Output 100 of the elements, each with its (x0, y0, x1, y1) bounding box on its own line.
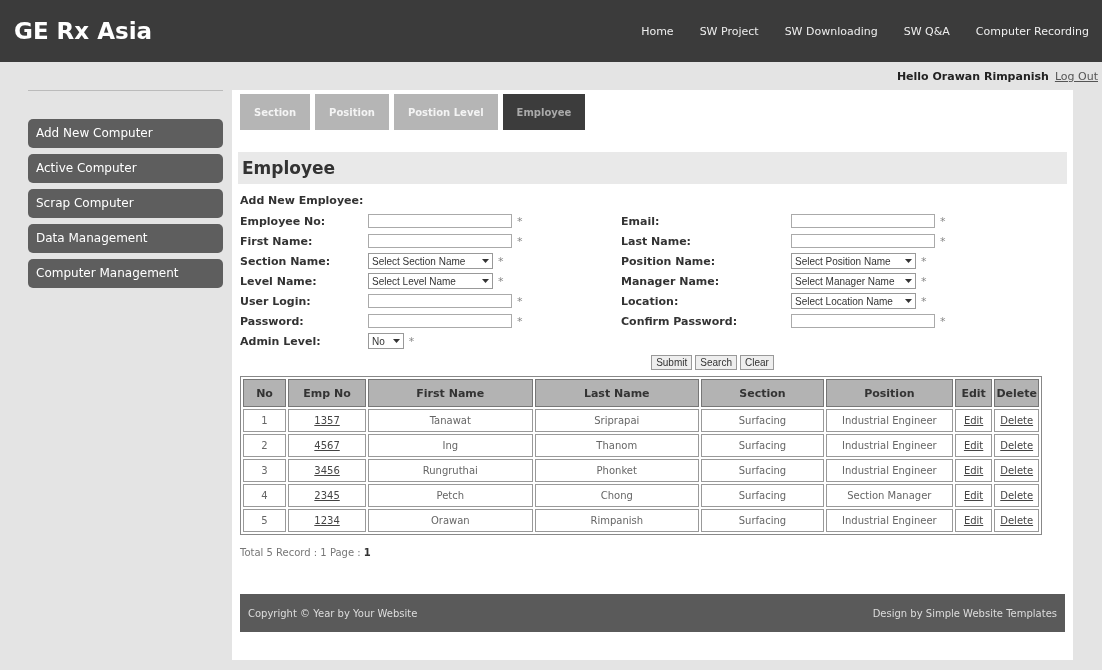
pagination-text: Total 5 Record : 1 Page : 1 (240, 547, 372, 558)
field-label: Manager Name: (621, 274, 721, 288)
sidebar-item[interactable]: Computer Management (28, 259, 223, 288)
table-cell: Surfacing (700, 484, 824, 507)
field-label: Confirm Password: (621, 314, 739, 328)
table-cell: Industrial Engineer (825, 459, 953, 482)
nav-link[interactable]: Home (628, 0, 687, 62)
table-cell: 3 (243, 459, 287, 482)
field-label: Last Name: (621, 234, 693, 248)
caret-icon (482, 279, 489, 283)
table-cell: Thanom (534, 434, 699, 457)
table-cell: 2 (243, 434, 287, 457)
caret-icon (482, 259, 489, 263)
required-mark: * (408, 334, 415, 348)
input-field[interactable] (368, 214, 512, 228)
required-mark: * (498, 254, 504, 268)
table-cell: Surfacing (700, 409, 824, 432)
greeting-text: Hello Orawan Rimpanish (896, 69, 1049, 83)
site-logo[interactable]: GE Rx Asia (14, 18, 153, 44)
column-header: Edit (954, 379, 993, 407)
required-mark: * (921, 254, 927, 268)
table-cell: Phonket (534, 459, 699, 482)
form-button[interactable]: Submit (651, 355, 693, 370)
tab[interactable]: Employee (502, 94, 586, 130)
column-header: No (243, 379, 287, 407)
dropdown[interactable]: Select Location Name (791, 293, 916, 309)
emp-no-link[interactable]: 4567 (314, 440, 340, 451)
field-label: User Login: (240, 294, 312, 308)
table-cell: Surfacing (700, 434, 824, 457)
field-label: First Name: (240, 234, 314, 248)
input-field[interactable] (368, 234, 512, 248)
emp-no-link[interactable]: 1234 (314, 515, 340, 526)
dropdown[interactable]: Select Manager Name (791, 273, 916, 289)
required-mark: * (498, 274, 504, 288)
column-header: Section (700, 379, 824, 407)
input-field[interactable] (368, 314, 512, 328)
logout-link[interactable]: Log Out (1054, 69, 1098, 83)
sidebar-item[interactable]: Add New Computer (28, 119, 223, 148)
required-mark: * (517, 294, 523, 308)
nav-link[interactable]: SW Q&A (890, 0, 963, 62)
required-mark: * (517, 214, 523, 228)
input-field[interactable] (791, 314, 935, 328)
nav-link[interactable]: Computer Recording (962, 0, 1102, 62)
column-header: Emp No (288, 379, 367, 407)
table-cell: Industrial Engineer (825, 409, 953, 432)
table-cell: Sriprapai (534, 409, 699, 432)
required-mark: * (921, 294, 927, 308)
input-field[interactable] (791, 234, 935, 248)
field-label: Employee No: (240, 214, 327, 228)
field-label: Section Name: (240, 254, 332, 268)
table-cell: 4 (243, 484, 287, 507)
table-cell: Chong (534, 484, 699, 507)
table-cell: Tanawat (368, 409, 533, 432)
table-cell: 5 (243, 509, 287, 532)
sidebar-item[interactable]: Scrap Computer (28, 189, 223, 218)
sidebar-item[interactable]: Active Computer (28, 154, 223, 183)
nav-link[interactable]: SW Downloading (771, 0, 891, 62)
field-label: Password: (240, 314, 305, 328)
field-label: Admin Level: (240, 334, 322, 348)
input-field[interactable] (368, 294, 512, 308)
form-button[interactable]: Clear (739, 355, 774, 370)
dropdown[interactable]: Select Level Name (368, 273, 493, 289)
required-mark: * (517, 314, 523, 328)
nav-link[interactable]: SW Project (686, 0, 772, 62)
table-cell: 1 (243, 409, 287, 432)
field-label: Location: (621, 294, 680, 308)
caret-icon (905, 299, 912, 303)
required-mark: * (940, 214, 946, 228)
credit-text: Design by Simple Website Templates (872, 607, 1057, 619)
emp-no-link[interactable]: 1357 (314, 415, 340, 426)
table-cell: Industrial Engineer (825, 509, 953, 532)
field-label: Email: (621, 214, 661, 228)
column-header: Last Name (534, 379, 699, 407)
emp-no-link[interactable]: 3456 (314, 465, 340, 476)
table-cell: Ing (368, 434, 533, 457)
sidebar-item[interactable]: Data Management (28, 224, 223, 253)
dropdown[interactable]: Select Position Name (791, 253, 916, 269)
table-cell: Rimpanish (534, 509, 699, 532)
caret-icon (392, 339, 400, 343)
required-mark: * (940, 314, 946, 328)
field-label: Position Name: (621, 254, 717, 268)
table-cell: Section Manager (825, 484, 953, 507)
required-mark: * (517, 234, 523, 248)
copyright-text: Copyright © Year by Your Website (248, 607, 418, 619)
table-cell: Surfacing (700, 459, 824, 482)
required-mark: * (940, 234, 946, 248)
column-header: Delete (994, 379, 1039, 407)
form-button[interactable]: Search (695, 355, 737, 370)
required-mark: * (921, 274, 927, 288)
page-title: Employee (238, 152, 1067, 184)
caret-icon (905, 259, 912, 263)
dropdown[interactable]: No (368, 333, 404, 349)
dropdown[interactable]: Select Section Name (368, 253, 493, 269)
input-field[interactable] (791, 214, 935, 228)
caret-icon (905, 279, 912, 283)
table-cell: Surfacing (700, 509, 824, 532)
table-cell: Rungruthai (368, 459, 533, 482)
field-label: Level Name: (240, 274, 318, 288)
emp-no-link[interactable]: 2345 (314, 490, 340, 501)
column-header: First Name (368, 379, 533, 407)
